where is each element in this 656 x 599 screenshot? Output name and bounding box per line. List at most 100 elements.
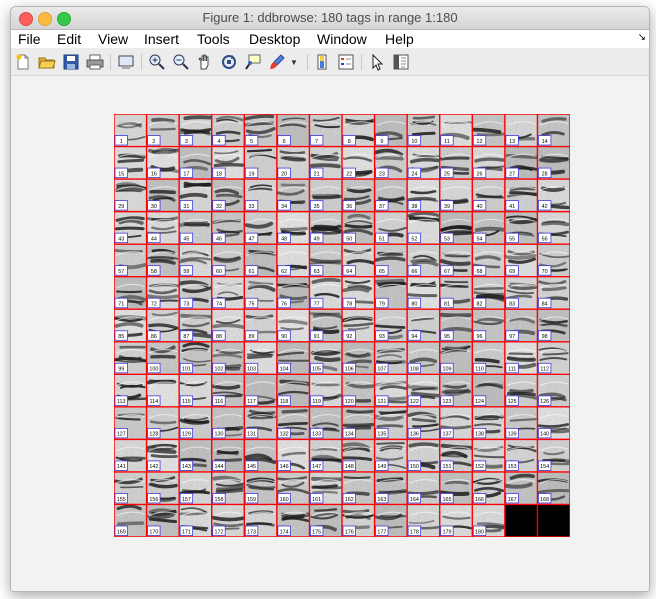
property-inspector-icon[interactable] — [392, 53, 410, 71]
tag-number-label: 172 — [212, 525, 226, 536]
pan-icon[interactable] — [196, 53, 214, 71]
save-icon[interactable] — [62, 53, 80, 71]
svg-text:108: 108 — [410, 367, 419, 373]
tag-number-label: 152 — [472, 460, 487, 471]
tag-number-label: 116 — [212, 395, 226, 406]
svg-text:110: 110 — [475, 367, 484, 373]
tag-number-label: 145 — [244, 460, 259, 471]
tag-number-label: 149 — [375, 460, 389, 471]
tag-number-label: 156 — [147, 493, 161, 504]
print-preview-icon[interactable] — [117, 53, 135, 71]
new-figure-icon[interactable] — [14, 53, 32, 71]
svg-text:37: 37 — [379, 204, 385, 210]
tag-number-label: 173 — [244, 525, 259, 536]
data-cursor-icon[interactable] — [244, 53, 262, 71]
svg-text:40: 40 — [477, 204, 483, 210]
svg-text:45: 45 — [183, 236, 189, 242]
svg-text:44: 44 — [151, 236, 157, 242]
tag-number-label: 1 — [114, 135, 128, 146]
menu-insert[interactable]: Insert — [144, 30, 179, 48]
tag-number-label: 26 — [472, 167, 487, 178]
tag-number-label: 42 — [538, 200, 552, 211]
svg-text:91: 91 — [314, 334, 320, 340]
svg-text:176: 176 — [345, 529, 354, 535]
svg-text:81: 81 — [444, 302, 450, 308]
open-file-icon[interactable] — [38, 53, 56, 71]
tag-number-label: 63 — [310, 265, 324, 276]
svg-text:46: 46 — [216, 236, 222, 242]
svg-text:120: 120 — [345, 399, 354, 405]
tag-number-label: 171 — [179, 525, 194, 536]
svg-text:86: 86 — [151, 334, 157, 340]
zoom-in-icon[interactable] — [148, 53, 166, 71]
tag-number-label: 104 — [277, 362, 291, 374]
tag-number-label: 180 — [472, 525, 487, 536]
svg-text:25: 25 — [444, 171, 450, 177]
svg-text:77: 77 — [314, 302, 320, 308]
colorbar-icon[interactable] — [313, 53, 331, 71]
legend-icon[interactable] — [337, 53, 355, 71]
svg-text:53: 53 — [444, 236, 450, 242]
svg-text:137: 137 — [442, 432, 451, 438]
menu-view[interactable]: View — [98, 30, 128, 48]
svg-text:57: 57 — [118, 269, 124, 275]
empty-tile — [504, 504, 538, 537]
menu-desktop[interactable]: Desktop — [249, 30, 300, 48]
tag-number-label: 66 — [407, 265, 422, 276]
svg-text:153: 153 — [508, 464, 517, 470]
print-icon[interactable] — [86, 53, 104, 71]
tag-number-label: 41 — [505, 200, 519, 211]
svg-text:178: 178 — [410, 529, 419, 535]
tag-number-label: 83 — [505, 297, 519, 309]
tag-number-label: 110 — [472, 362, 487, 374]
tag-number-label: 14 — [538, 135, 552, 146]
brush-icon[interactable] — [268, 53, 286, 71]
svg-text:16: 16 — [151, 171, 157, 177]
tag-number-label: 166 — [472, 493, 487, 504]
tag-number-label: 114 — [147, 395, 161, 406]
tag-number-label: 161 — [310, 493, 324, 504]
menu-file[interactable]: File — [18, 30, 41, 48]
tag-montage-axes[interactable]: 1 2 3 4 5 6 7 8 9 10 11 12 13 1415 16 17 18 19 20 21 22 23 24 2… — [114, 114, 570, 537]
svg-text:39: 39 — [444, 204, 450, 210]
svg-text:22: 22 — [346, 171, 352, 177]
zoom-out-icon[interactable] — [172, 53, 190, 71]
menu-dock-arrow-icon[interactable]: ↘ — [638, 32, 646, 43]
tag-number-label: 55 — [505, 232, 519, 244]
tag-number-label: 157 — [179, 493, 194, 504]
tag-number-label: 137 — [440, 427, 454, 439]
tag-number-label: 28 — [538, 167, 552, 178]
rotate-3d-icon[interactable] — [220, 53, 238, 71]
svg-text:121: 121 — [377, 399, 386, 405]
tag-number-label: 46 — [212, 232, 226, 244]
tag-number-label: 168 — [538, 493, 552, 504]
tag-number-label: 138 — [472, 427, 487, 439]
svg-text:95: 95 — [444, 334, 450, 340]
svg-text:105: 105 — [312, 367, 321, 373]
menu-help[interactable]: Help — [385, 30, 414, 48]
edit-plot-icon[interactable] — [368, 53, 386, 71]
tag-number-label: 18 — [212, 167, 226, 178]
tag-number-label: 120 — [342, 395, 356, 406]
svg-text:146: 146 — [280, 464, 289, 470]
toolbar-separator — [361, 54, 362, 70]
title-bar[interactable]: Figure 1: ddbrowse: 180 tags in range 1:… — [11, 7, 649, 30]
svg-text:103: 103 — [247, 367, 256, 373]
svg-text:1: 1 — [120, 139, 123, 145]
tag-number-label: 71 — [114, 297, 128, 309]
svg-text:78: 78 — [346, 302, 352, 308]
menu-window[interactable]: Window — [317, 30, 367, 48]
brush-dropdown-arrow-icon[interactable]: ▼ — [290, 58, 298, 67]
tag-number-label: 163 — [375, 493, 389, 504]
tag-number-label: 73 — [179, 297, 194, 309]
tag-number-label: 62 — [277, 265, 291, 276]
menu-edit[interactable]: Edit — [57, 30, 81, 48]
tag-number-label: 86 — [147, 330, 161, 341]
tag-number-label: 81 — [440, 297, 454, 309]
tag-number-label: 174 — [277, 525, 291, 536]
menu-tools[interactable]: Tools — [197, 30, 230, 48]
svg-text:68: 68 — [477, 269, 483, 275]
svg-text:139: 139 — [508, 432, 517, 438]
tag-number-label: 90 — [277, 330, 291, 341]
figure-canvas[interactable]: 1 2 3 4 5 6 7 8 9 10 11 12 13 14 15 16 17 18 19 20 21 22 23 24 2… — [11, 76, 649, 591]
